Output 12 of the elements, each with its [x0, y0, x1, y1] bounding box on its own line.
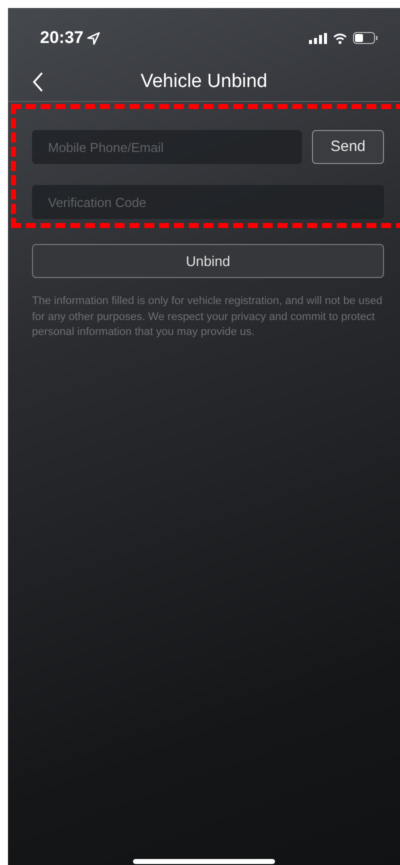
unbind-button[interactable]: Unbind	[32, 244, 384, 278]
signal-icon	[309, 32, 327, 44]
battery-icon	[353, 32, 378, 44]
chevron-left-icon	[32, 72, 44, 92]
privacy-notice: The information filled is only for vehicle registration, and will not be used for any other purposes. We respect your privacy and commit to protect personal information that you may provide us.	[32, 294, 384, 340]
page-title: Vehicle Unbind	[140, 70, 268, 94]
status-time: 20:37	[40, 27, 84, 50]
location-arrow-icon	[87, 32, 100, 44]
send-button[interactable]: Send	[312, 130, 384, 164]
contact-input-field[interactable]: Mobile Phone/Email	[32, 130, 302, 164]
wifi-icon	[333, 32, 347, 44]
verification-code-field[interactable]: Verification Code	[32, 185, 384, 219]
